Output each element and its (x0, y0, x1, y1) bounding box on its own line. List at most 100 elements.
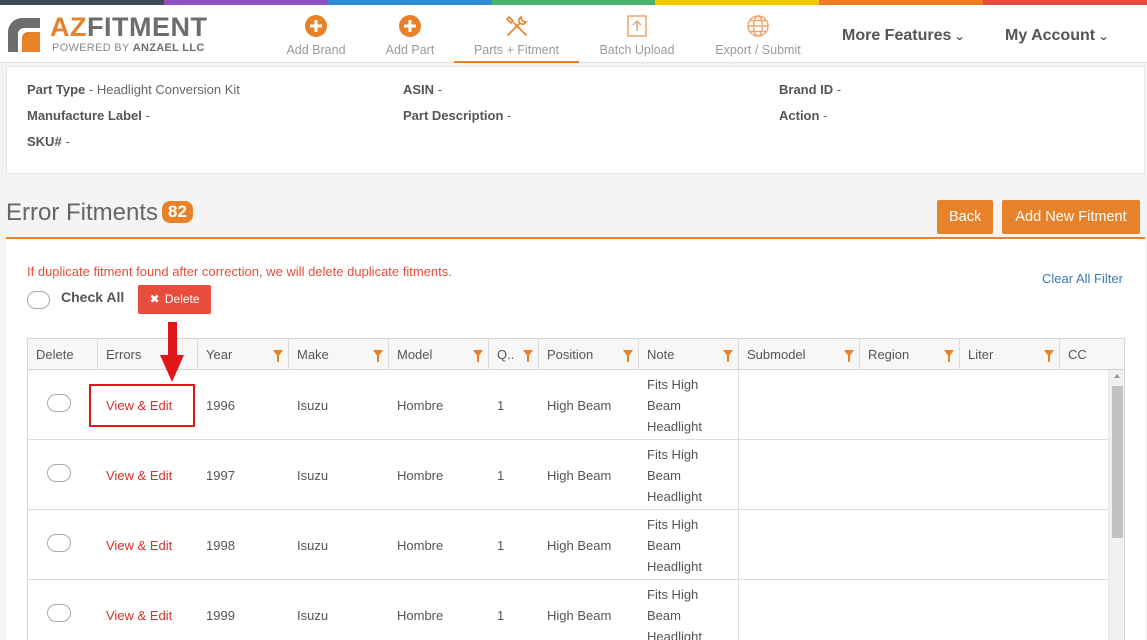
logo-wordmark: AZFITMENT (50, 12, 208, 42)
nav-add-brand-label: Add Brand (286, 43, 346, 57)
column-header-region[interactable]: Region (860, 339, 960, 370)
model-cell: Hombre (397, 537, 444, 553)
chevron-down-icon: ⌄ (953, 31, 966, 43)
count-badge: 82 (162, 201, 193, 223)
globe-icon (747, 15, 769, 37)
row-delete-checkbox[interactable] (47, 464, 71, 482)
filter-icon[interactable] (844, 350, 854, 362)
model-cell: Hombre (397, 397, 444, 413)
clear-all-filter-link[interactable]: Clear All Filter (1042, 271, 1123, 286)
position-cell: High Beam (547, 467, 612, 483)
table-row: View & Edit 1998 Isuzu Hombre 1 High Bea… (28, 510, 1108, 580)
position-cell: High Beam (547, 537, 612, 553)
nav-batch-upload-label: Batch Upload (599, 43, 675, 57)
row-delete-checkbox[interactable] (47, 604, 71, 622)
column-header-qty[interactable]: Q.. (489, 339, 539, 370)
model-cell: Hombre (397, 467, 444, 483)
nav-add-part-label: Add Part (385, 43, 435, 57)
annotation-arrow-down-icon (160, 355, 184, 382)
nav-export-submit[interactable]: Export / Submit (710, 13, 806, 63)
filter-icon[interactable] (1044, 350, 1054, 362)
note-cell: Fits High Beam Headlight (639, 440, 739, 510)
filter-icon[interactable] (944, 350, 954, 362)
manufacture-label-field: Manufacture Label - (27, 108, 150, 123)
table-row: View & Edit 1997 Isuzu Hombre 1 High Bea… (28, 440, 1108, 510)
app-header: AZFITMENT POWERED BY ANZAEL LLC Add Bran… (0, 5, 1147, 63)
nav-batch-upload[interactable]: Batch Upload (595, 13, 679, 63)
column-header-delete[interactable]: Delete (28, 339, 98, 370)
make-cell: Isuzu (297, 607, 329, 623)
annotation-highlight-box (89, 384, 195, 427)
position-cell: High Beam (547, 607, 612, 623)
note-cell: Fits High Beam Headlight (639, 370, 739, 440)
sku-field: SKU# - (27, 134, 70, 149)
upload-icon (627, 15, 647, 37)
qty-cell: 1 (497, 467, 505, 483)
column-header-model[interactable]: Model (389, 339, 489, 370)
row-delete-checkbox[interactable] (47, 534, 71, 552)
view-edit-link[interactable]: View & Edit (106, 605, 172, 626)
position-cell: High Beam (547, 397, 612, 413)
brand-id-field: Brand ID - (779, 82, 842, 97)
logo-mark-icon (8, 18, 40, 52)
plus-circle-icon (399, 15, 421, 37)
scrollbar-thumb[interactable] (1112, 386, 1123, 538)
check-all-label: Check All (61, 289, 125, 305)
year-cell: 1998 (206, 537, 235, 553)
filter-icon[interactable] (373, 350, 383, 362)
page-title: Error Fitments 82 (6, 199, 193, 227)
nav-export-submit-label: Export / Submit (715, 43, 801, 57)
filter-icon[interactable] (523, 350, 533, 362)
close-icon: ✖ (149, 292, 160, 306)
column-header-cc[interactable]: CC (1060, 339, 1108, 370)
asin-field: ASIN - (403, 82, 443, 97)
column-header-liter[interactable]: Liter (960, 339, 1060, 370)
filter-icon[interactable] (473, 350, 483, 362)
annotation-arrow-shaft (168, 322, 177, 356)
nav-add-brand[interactable]: Add Brand (280, 13, 352, 63)
table-header: Delete Errors Year Make Model Q.. Positi… (28, 339, 1124, 370)
note-cell: Fits High Beam Headlight (639, 510, 739, 580)
add-new-fitment-button[interactable]: Add New Fitment (1002, 200, 1140, 234)
scroll-up-arrow-icon[interactable] (1114, 374, 1120, 378)
column-header-year[interactable]: Year (198, 339, 289, 370)
back-button[interactable]: Back (937, 200, 993, 234)
logo[interactable]: AZFITMENT POWERED BY ANZAEL LLC (6, 12, 216, 60)
note-cell: Fits High Beam Headlight (639, 580, 739, 640)
column-header-position[interactable]: Position (539, 339, 639, 370)
duplicate-warning-text: If duplicate fitment found after correct… (27, 264, 452, 279)
filter-icon[interactable] (273, 350, 283, 362)
more-features-label: More Features (842, 27, 952, 44)
filter-icon[interactable] (623, 350, 633, 362)
my-account-label: My Account (1005, 27, 1096, 44)
nav-add-part[interactable]: Add Part (378, 13, 442, 63)
my-account-menu[interactable]: My Account ⌄ (1005, 27, 1110, 45)
view-edit-link[interactable]: View & Edit (106, 465, 172, 486)
logo-tagline: POWERED BY ANZAEL LLC (52, 42, 205, 54)
year-cell: 1997 (206, 467, 235, 483)
make-cell: Isuzu (297, 467, 329, 483)
plus-circle-icon (305, 15, 327, 37)
year-cell: 1996 (206, 397, 235, 413)
nav-parts-fitment[interactable]: Parts + Fitment (454, 13, 579, 63)
column-header-submodel[interactable]: Submodel (739, 339, 860, 370)
model-cell: Hombre (397, 607, 444, 623)
filter-icon[interactable] (723, 350, 733, 362)
column-header-make[interactable]: Make (289, 339, 389, 370)
make-cell: Isuzu (297, 397, 329, 413)
delete-button[interactable]: ✖ Delete (138, 285, 211, 314)
tools-icon (505, 15, 528, 36)
action-field: Action - (779, 108, 828, 123)
more-features-menu[interactable]: More Features ⌄ (842, 27, 966, 45)
part-description-field: Part Description - (403, 108, 512, 123)
qty-cell: 1 (497, 607, 505, 623)
view-edit-link[interactable]: View & Edit (106, 535, 172, 556)
part-type-field: Part Type - Headlight Conversion Kit (27, 82, 240, 97)
column-header-note[interactable]: Note (639, 339, 739, 370)
table-row: View & Edit 1999 Isuzu Hombre 1 High Bea… (28, 580, 1108, 640)
year-cell: 1999 (206, 607, 235, 623)
chevron-down-icon: ⌄ (1097, 31, 1110, 43)
row-delete-checkbox[interactable] (47, 394, 71, 412)
check-all-checkbox[interactable] (27, 291, 50, 309)
table-scrollbar[interactable] (1108, 370, 1124, 640)
